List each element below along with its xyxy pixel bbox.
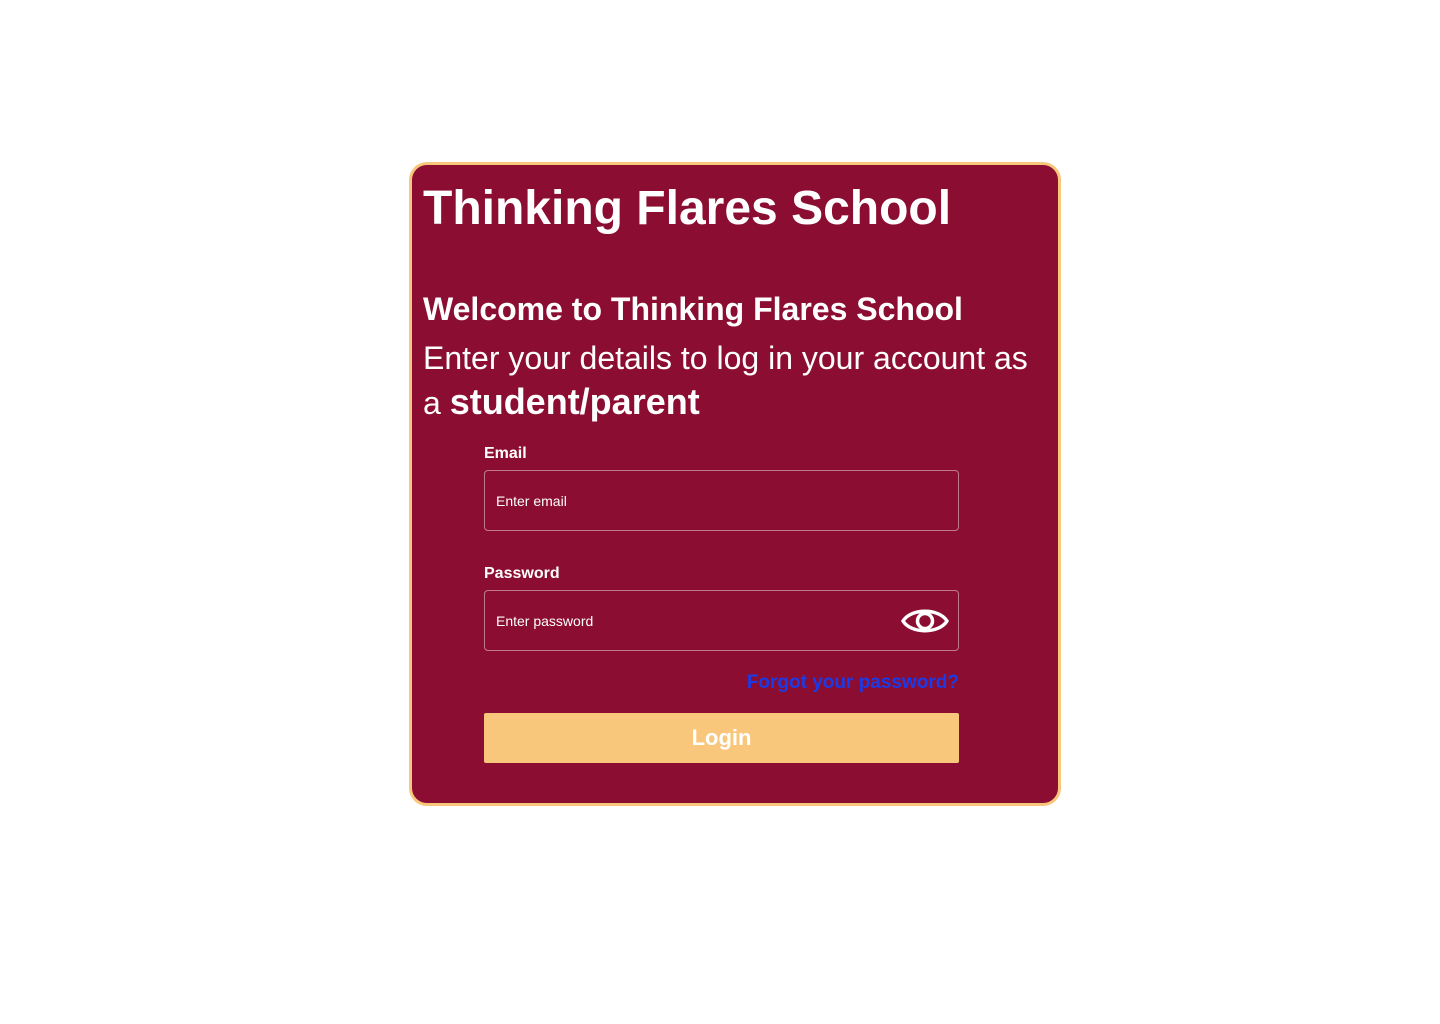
forgot-password-row: Forgot your password? (484, 670, 959, 696)
email-field-group: Email (484, 443, 959, 531)
login-button[interactable]: Login (484, 713, 959, 763)
email-input-box (484, 470, 959, 531)
password-label: Password (484, 565, 560, 582)
login-instructions: Enter your details to log in your accoun… (423, 337, 1043, 425)
eye-icon (901, 609, 949, 633)
forgot-password-link[interactable]: Forgot your password? (747, 672, 959, 693)
password-input[interactable] (485, 591, 958, 650)
welcome-heading: Welcome to Thinking Flares School (423, 291, 963, 327)
school-title: Thinking Flares School (423, 182, 952, 235)
account-role: student/parent (449, 381, 700, 422)
show-password-toggle[interactable] (900, 600, 950, 642)
login-card: Thinking Flares School Welcome to Thinki… (409, 162, 1061, 806)
password-input-box (484, 590, 959, 651)
login-form: Email Password Forgot your password? Log… (484, 443, 959, 763)
email-input[interactable] (485, 471, 958, 530)
password-field-group: Password (484, 563, 959, 651)
email-label: Email (484, 445, 527, 462)
